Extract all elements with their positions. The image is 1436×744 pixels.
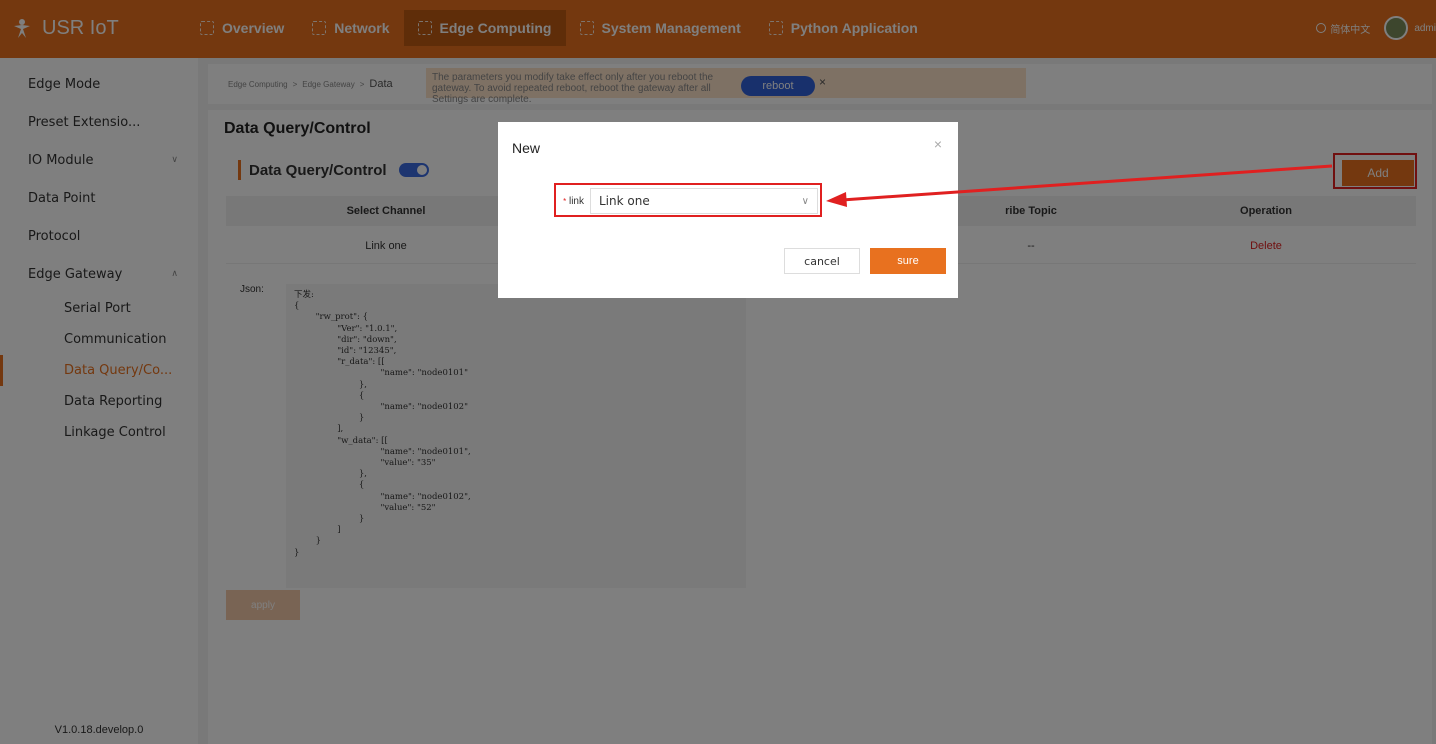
modal-overlay[interactable]: [0, 0, 1436, 744]
link-highlight-box: [554, 183, 822, 217]
close-icon[interactable]: ×: [934, 136, 942, 152]
cancel-button[interactable]: cancel: [784, 248, 860, 274]
dialog-title: New: [512, 140, 541, 156]
sure-button[interactable]: sure: [870, 248, 946, 274]
